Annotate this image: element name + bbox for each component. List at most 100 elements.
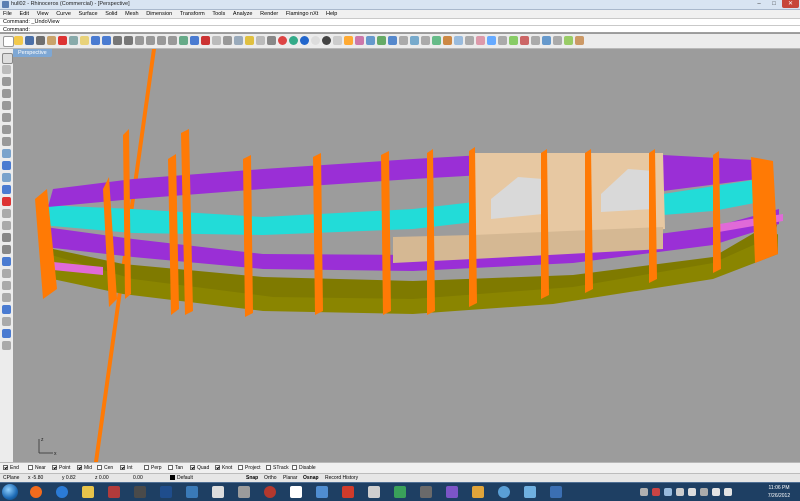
layout-icon[interactable]	[388, 36, 397, 45]
sphere-icon[interactable]	[311, 36, 320, 45]
surface-icon[interactable]	[2, 149, 11, 158]
taskbar-app-icon-9[interactable]	[238, 486, 250, 498]
open-file-icon[interactable]	[14, 36, 23, 45]
toolbar-icon-51[interactable]	[564, 36, 573, 45]
menu-mesh[interactable]: Mesh	[122, 10, 141, 18]
import-icon[interactable]	[47, 36, 56, 45]
polygon-icon[interactable]	[2, 137, 11, 146]
start-button[interactable]	[2, 484, 18, 500]
cut-icon[interactable]	[58, 36, 67, 45]
dimension-tool-icon[interactable]	[2, 209, 11, 218]
menu-curve[interactable]: Curve	[53, 10, 74, 18]
menu-surface[interactable]: Surface	[76, 10, 101, 18]
taskbar-app-icon-5[interactable]	[134, 486, 146, 498]
rotate-icon[interactable]	[2, 293, 11, 302]
text-object-icon[interactable]	[2, 197, 11, 206]
taskbar-app-icon-10[interactable]	[264, 486, 276, 498]
mesh-icon[interactable]	[2, 185, 11, 194]
taskbar-app-icon-7[interactable]	[186, 486, 198, 498]
osnap-knot[interactable]: Knot	[215, 465, 232, 472]
perspective-icon[interactable]	[432, 36, 441, 45]
polyline-icon[interactable]	[2, 77, 11, 86]
array-icon[interactable]	[2, 329, 11, 338]
select-all-icon[interactable]	[212, 36, 221, 45]
split-icon[interactable]	[2, 245, 11, 254]
text-icon[interactable]	[465, 36, 474, 45]
menu-tools[interactable]: Tools	[209, 10, 228, 18]
menu-flamingo[interactable]: Flamingo nXt	[283, 10, 321, 18]
analyze-icon[interactable]	[443, 36, 452, 45]
environment-icon[interactable]	[355, 36, 364, 45]
taskbar-app-icon-18[interactable]	[472, 486, 484, 498]
firefox-icon[interactable]	[30, 486, 42, 498]
osnap-strack-checkbox[interactable]	[266, 465, 271, 471]
osnap-knot-checkbox[interactable]	[215, 465, 220, 471]
rotate-view-icon[interactable]	[124, 36, 133, 45]
render-icon[interactable]	[278, 36, 287, 45]
osnap-near[interactable]: Near	[28, 465, 46, 472]
menu-analyze[interactable]: Analyze	[230, 10, 256, 18]
select-arrow-icon[interactable]	[2, 53, 13, 64]
four-view-icon[interactable]	[201, 36, 210, 45]
viewport-title[interactable]: Perspective	[13, 49, 52, 57]
point-icon[interactable]	[2, 65, 11, 74]
volume-icon[interactable]	[724, 488, 732, 496]
arc-icon[interactable]	[2, 113, 11, 122]
network-icon[interactable]	[712, 488, 720, 496]
photoshop-icon[interactable]	[160, 486, 172, 498]
tray-clock[interactable]: 11:06 PM 7/26/2012	[760, 484, 798, 500]
paste-icon[interactable]	[80, 36, 89, 45]
minimize-button[interactable]: –	[752, 0, 766, 8]
zoom-selected-icon[interactable]	[168, 36, 177, 45]
rendered-view-icon[interactable]	[322, 36, 331, 45]
osnap-point[interactable]: Point	[52, 465, 70, 472]
osnap-near-checkbox[interactable]	[28, 465, 33, 471]
scale-icon[interactable]	[2, 305, 11, 314]
tray-icon-3[interactable]	[664, 488, 672, 496]
menu-transform[interactable]: Transform	[177, 10, 208, 18]
flamingo-icon[interactable]	[344, 36, 353, 45]
rectangle-icon[interactable]	[2, 125, 11, 134]
menu-help[interactable]: Help	[323, 10, 340, 18]
close-button[interactable]: ✕	[782, 0, 799, 8]
osnap-int-checkbox[interactable]	[120, 465, 125, 471]
taskbar-app-icon-11[interactable]	[290, 486, 302, 498]
perspective-viewport[interactable]: z x Perspective	[13, 49, 800, 462]
undo-icon[interactable]	[91, 36, 100, 45]
osnap-perp-checkbox[interactable]	[144, 465, 149, 471]
edit-layers-icon[interactable]	[256, 36, 265, 45]
trim-icon[interactable]	[2, 233, 11, 242]
menu-dimension[interactable]: Dimension	[143, 10, 175, 18]
analyze-tool-icon[interactable]	[2, 341, 11, 350]
taskbar-app-icon-8[interactable]	[212, 486, 224, 498]
toolbar-icon-47[interactable]	[520, 36, 529, 45]
menu-solid[interactable]: Solid	[102, 10, 120, 18]
osnap-strack[interactable]: STrack	[266, 465, 289, 472]
osnap-tan[interactable]: Tan	[168, 465, 183, 472]
circle-icon[interactable]	[2, 101, 11, 110]
taskbar-app-icon-12[interactable]	[316, 486, 328, 498]
taskbar-app-icon-13[interactable]	[342, 486, 354, 498]
save-icon[interactable]	[25, 36, 34, 45]
osnap-mid[interactable]: Mid	[77, 465, 92, 472]
taskbar-app-icon-16[interactable]	[420, 486, 432, 498]
camera-icon[interactable]	[366, 36, 375, 45]
named-view-icon[interactable]	[399, 36, 408, 45]
zoom-icon[interactable]	[135, 36, 144, 45]
shaded-icon[interactable]	[289, 36, 298, 45]
internet-explorer-icon[interactable]	[56, 486, 68, 498]
osnap-mid-checkbox[interactable]	[77, 465, 82, 471]
osnap-tan-checkbox[interactable]	[168, 465, 173, 471]
render-preview-icon[interactable]	[476, 36, 485, 45]
new-file-icon[interactable]	[3, 36, 14, 47]
command-input[interactable]	[30, 27, 790, 32]
tray-icon-4[interactable]	[676, 488, 684, 496]
file-explorer-icon[interactable]	[82, 486, 94, 498]
osnap-end[interactable]: End	[3, 465, 19, 472]
osnap-cen[interactable]: Cen	[97, 465, 113, 472]
options-icon[interactable]	[333, 36, 342, 45]
material-icon[interactable]	[300, 36, 309, 45]
copy-icon[interactable]	[69, 36, 78, 45]
skype-icon[interactable]	[498, 486, 510, 498]
osnap-disable[interactable]: Disable	[292, 465, 316, 472]
